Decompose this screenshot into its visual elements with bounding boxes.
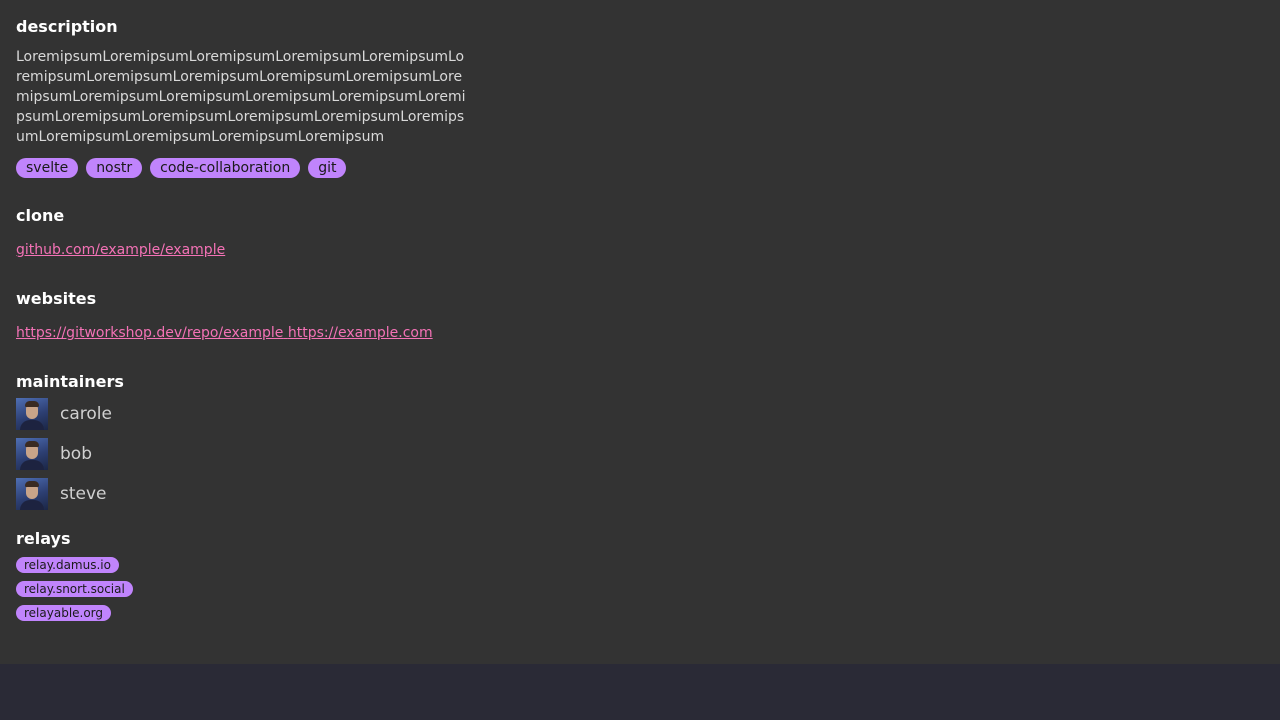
maintainer-name: steve [60, 484, 107, 504]
description-heading: description [16, 17, 118, 36]
maintainer-name: bob [60, 444, 92, 464]
relays-heading: relays [16, 529, 71, 548]
avatar [16, 478, 48, 510]
maintainer-item[interactable]: steve [16, 474, 1264, 514]
maintainer-item[interactable]: bob [16, 434, 1264, 474]
relay-badge-damus[interactable]: relay.damus.io [16, 557, 119, 573]
tag-nostr[interactable]: nostr [86, 158, 143, 178]
clone-url-link[interactable]: github.com/example/example [16, 242, 225, 258]
maintainer-list: carole bob steve [16, 394, 1264, 514]
tag-git[interactable]: git [308, 158, 347, 178]
websites-line: https://gitworkshop.dev/repo/example htt… [16, 323, 1264, 343]
avatar [16, 398, 48, 430]
website-link-gitworkshop[interactable]: https://gitworkshop.dev/repo/example [16, 325, 283, 341]
avatar [16, 438, 48, 470]
maintainer-name: carole [60, 404, 112, 424]
clone-heading: clone [16, 206, 65, 225]
tag-list: svelte nostr code-collaboration git [16, 158, 1264, 178]
tag-code-collaboration[interactable]: code-collaboration [150, 158, 301, 178]
repo-details-panel: description LoremipsumLoremipsumLoremips… [0, 0, 1280, 664]
websites-heading: websites [16, 289, 97, 308]
website-link-example[interactable]: https://example.com [288, 325, 433, 341]
relay-list: relay.damus.io relay.snort.social relaya… [16, 557, 1264, 621]
clone-url-line: github.com/example/example [16, 240, 1264, 260]
maintainer-item[interactable]: carole [16, 394, 1264, 434]
relay-badge-snort[interactable]: relay.snort.social [16, 581, 133, 597]
description-text: LoremipsumLoremipsumLoremipsumLoremipsum… [16, 49, 466, 145]
relay-badge-relayable[interactable]: relayable.org [16, 605, 112, 621]
maintainers-heading: maintainers [16, 372, 124, 391]
tag-svelte[interactable]: svelte [16, 158, 79, 178]
